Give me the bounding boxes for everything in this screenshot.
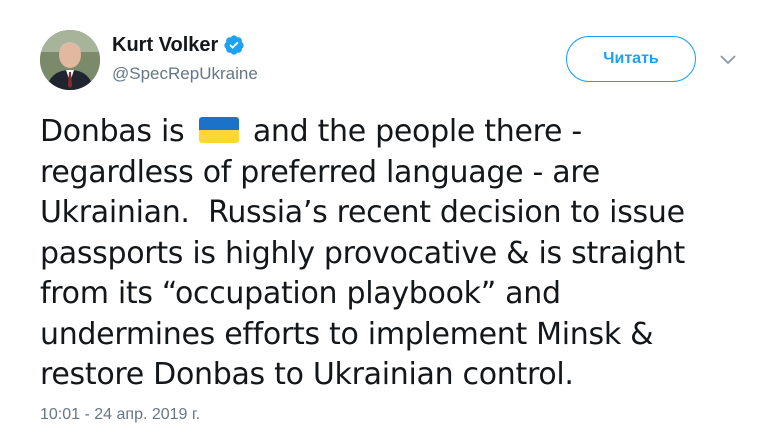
display-name-row: Kurt Volker	[112, 32, 258, 58]
tweet-line-2: regardless of preferred language - are	[40, 154, 600, 190]
author-block: Kurt Volker @SpecRepUkraine	[112, 32, 258, 84]
chevron-down-icon	[720, 55, 736, 64]
tweet-text-segment: Donbas is	[40, 114, 194, 149]
tweet-line-1: Donbas is and the people there -	[40, 112, 760, 153]
tweet-line-5: from its “occupation playbook” and	[40, 276, 561, 311]
follow-button[interactable]: Читать	[566, 36, 696, 82]
tweet-line-7: restore Donbas to Ukrainian control.	[40, 357, 574, 392]
tweet-text: Donbas is and the people there - regardl…	[40, 112, 760, 396]
tweet-header: Kurt Volker @SpecRepUkraine Читать	[40, 28, 760, 90]
author-handle[interactable]: @SpecRepUkraine	[112, 64, 258, 84]
more-options-button[interactable]	[718, 50, 738, 70]
tweet-line-3: Ukrainian. Russia’s recent decision to i…	[40, 195, 685, 230]
tweet-text-segment: and the people there -	[243, 114, 582, 149]
tweet-timestamp[interactable]: 10:01 - 24 апр. 2019 г.	[40, 406, 200, 424]
ukraine-flag-icon	[198, 115, 240, 143]
tweet-line-6: undermines efforts to implement Minsk &	[40, 316, 654, 352]
avatar[interactable]	[40, 30, 100, 90]
display-name[interactable]: Kurt Volker	[112, 34, 218, 57]
verified-badge-icon	[223, 34, 245, 56]
tweet-line-4: passports is highly provocative & is str…	[40, 235, 685, 271]
portrait-avatar-icon	[40, 30, 100, 90]
